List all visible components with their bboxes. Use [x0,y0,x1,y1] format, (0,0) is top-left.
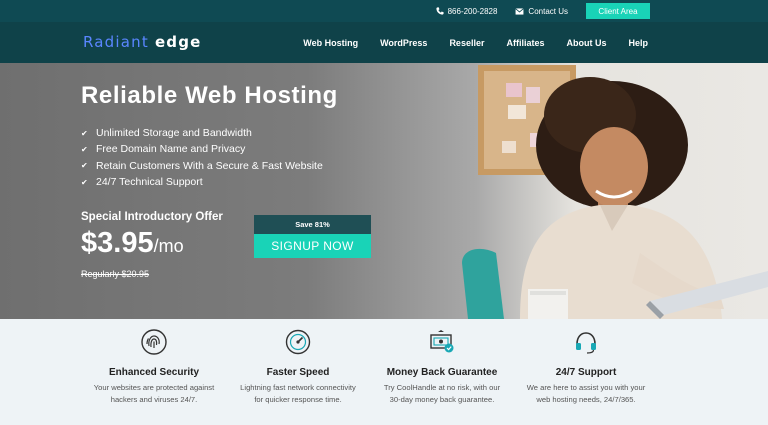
feature-money-back-guarantee: Money Back Guarantee Try CoolHandle at n… [362,329,522,406]
check-icon: ✔ [81,177,88,187]
hero-feature-list: ✔ Unlimited Storage and Bandwidth ✔ Free D… [81,125,323,190]
save-badge: Save 81% [254,215,371,234]
nav-item-affiliates[interactable]: Affiliates [506,38,544,48]
nav-menu: Web Hosting WordPress Reseller Affiliate… [281,22,648,63]
signup-button[interactable]: SIGNUP NOW [254,234,371,258]
money-back-icon [362,329,522,355]
feature-desc: We are here to assist you with your web h… [506,382,666,406]
nav-item-reseller[interactable]: Reseller [449,38,484,48]
feature-desc-line2: 30-day money back guarantee. [389,395,495,404]
feature-desc-line1: Lightning fast network connectivity [240,383,356,392]
feature-title: 24/7 Support [555,367,617,378]
logo[interactable]: Radiant edge [83,33,202,51]
contact-label: Contact Us [528,6,568,16]
client-area-button[interactable]: Client Area [586,3,650,19]
feature-desc-line2: for quicker response time. [254,395,342,404]
feature-enhanced-security: Enhanced Security Your websites are prot… [74,329,234,406]
feature-desc: Lightning fast network connectivity for q… [218,382,378,406]
contact-link[interactable]: Contact Us [515,7,568,16]
list-item: ✔ 24/7 Technical Support [81,174,323,190]
feature-desc: Try CoolHandle at no risk, with our 30-da… [362,382,522,406]
features-strip: Enhanced Security Your websites are prot… [0,319,768,425]
phone-icon [435,7,444,15]
price-amount: $3.95 [81,227,154,259]
nav-item-web-hosting[interactable]: Web Hosting [303,38,358,48]
hero-banner: Reliable Web Hosting ✔ Unlimited Storage … [0,63,768,319]
feature-title: Enhanced Security [108,367,200,378]
list-item: ✔ Unlimited Storage and Bandwidth [81,125,323,141]
list-item: ✔ Free Domain Name and Privacy [81,141,323,157]
phone-link[interactable]: 866-200-2828 [435,6,498,16]
feature-desc: Your websites are protected against hacke… [74,382,234,406]
price: $3.95/mo [81,227,184,260]
nav-item-wordpress[interactable]: WordPress [380,38,427,48]
feature-text: Unlimited Storage and Bandwidth [96,127,252,140]
hero-title: Reliable Web Hosting [81,82,338,109]
list-item: ✔ Retain Customers With a Secure & Fast W… [81,158,323,174]
feature-desc-line2: web hosting needs, 24/7/365. [536,395,636,404]
feature-desc-line1: We are here to assist you with your [526,383,646,392]
feature-faster-speed: Faster Speed Lightning fast network conn… [218,329,378,406]
feature-text: Retain Customers With a Secure & Fast We… [96,159,323,172]
feature-title: Faster Speed [266,367,330,378]
nav-item-about-us[interactable]: About Us [566,38,606,48]
feature-title: Money Back Guarantee [386,367,498,378]
phone-number: 866-200-2828 [447,6,498,16]
feature-desc-line2: hackers and viruses 24/7. [110,395,198,404]
fingerprint-icon [74,329,234,355]
headset-icon [506,329,666,355]
feature-desc-line1: Your websites are protected against [93,383,215,392]
logo-part-2: edge [154,33,202,51]
feature-24-7-support: 24/7 Support We are here to assist you w… [506,329,666,406]
logo-part-1: Radiant [83,33,149,51]
price-period: /mo [153,236,184,256]
main-nav: Radiant edge Web Hosting WordPress Resel… [0,22,768,63]
regular-price: Regularly $20.95 [81,269,150,279]
check-icon: ✔ [81,128,88,138]
check-icon: ✔ [81,144,88,154]
top-bar: 866-200-2828 Contact Us Client Area [0,0,768,22]
check-icon: ✔ [81,161,88,171]
envelope-icon [515,7,525,15]
speedometer-icon [218,329,378,355]
offer-label: Special Introductory Offer [81,211,223,223]
feature-text: 24/7 Technical Support [96,176,203,189]
nav-item-help[interactable]: Help [628,38,648,48]
feature-text: Free Domain Name and Privacy [96,143,246,156]
feature-desc-line1: Try CoolHandle at no risk, with our [383,383,501,392]
